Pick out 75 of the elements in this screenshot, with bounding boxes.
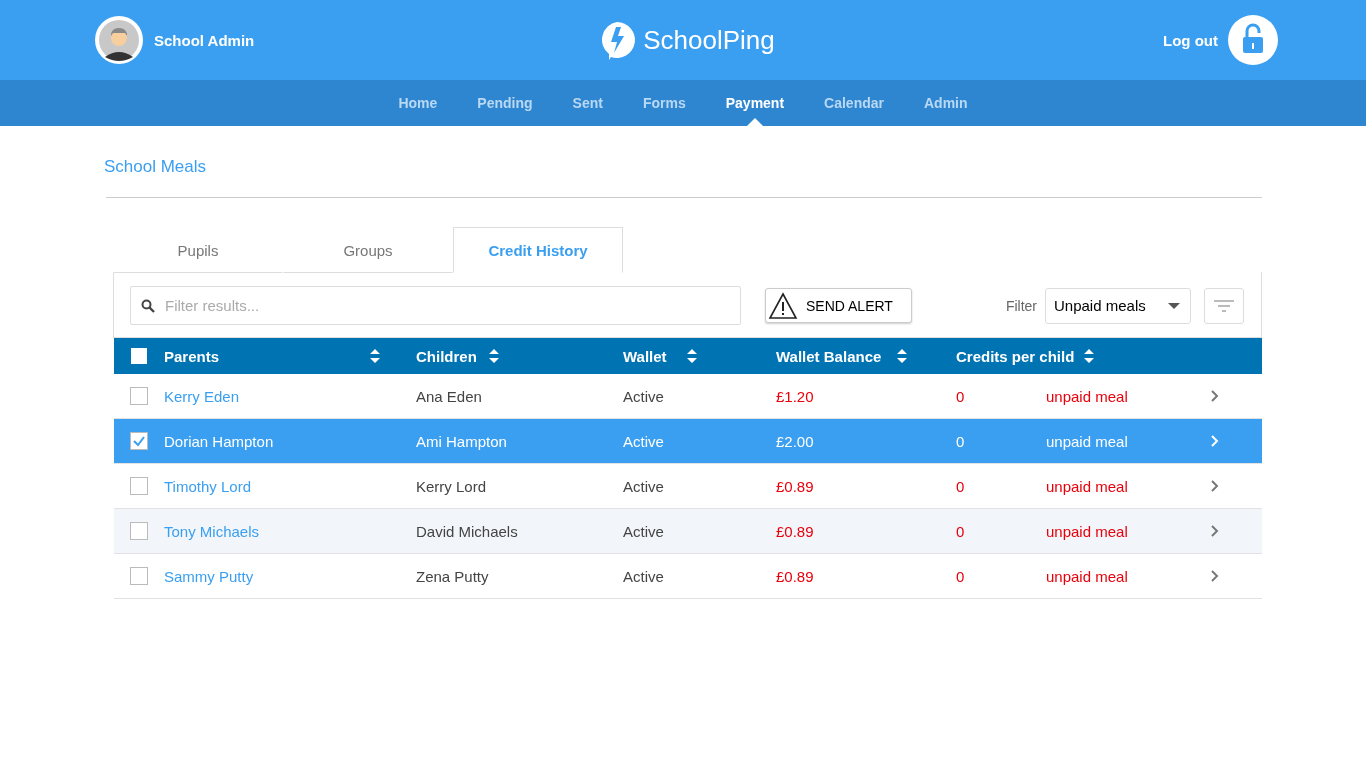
- table-cell-text: 0: [956, 567, 966, 585]
- table-cell-text: Active: [623, 387, 665, 405]
- row-checkbox[interactable]: [130, 477, 148, 495]
- column-header[interactable]: Parents: [164, 347, 220, 365]
- sort-icon[interactable]: [897, 349, 908, 363]
- table-cell-text: £1.20: [776, 387, 815, 405]
- parent-link[interactable]: Tony Michaels: [164, 522, 260, 540]
- nav-item[interactable]: Sent: [552, 80, 623, 126]
- table-cell-text: unpaid meal: [1046, 522, 1129, 540]
- table-cell-text: Active: [623, 477, 665, 495]
- filter-icon: [1214, 299, 1234, 312]
- table-cell-text: 0: [956, 522, 966, 540]
- row-checkbox[interactable]: [130, 387, 148, 405]
- table-cell-text: £0.89: [776, 477, 815, 495]
- filter-label: Filter: [1005, 297, 1037, 314]
- logo-text: SchoolPing: [643, 24, 775, 56]
- caret-icon: [1168, 302, 1180, 309]
- table-row[interactable]: Dorian Hampton Ami Hampton Active £2.00 0 unpaid meal: [114, 419, 1262, 464]
- warning-icon: [768, 291, 798, 320]
- nav-item[interactable]: Calendar: [804, 80, 904, 126]
- filter-dropdown[interactable]: Unpaid meals: [1045, 287, 1191, 324]
- padlock-icon[interactable]: [1228, 15, 1278, 65]
- table-cell-text: unpaid meal: [1046, 477, 1129, 495]
- parent-link[interactable]: Sammy Putty: [164, 567, 254, 585]
- table-cell-text: 0: [956, 477, 966, 495]
- table-cell-text: Kerry Lord: [416, 477, 488, 495]
- table-cell-text: Ana Eden: [416, 387, 483, 405]
- sort-icon[interactable]: [370, 349, 380, 363]
- table-cell-text: Active: [623, 522, 665, 540]
- search-field[interactable]: Filter results...: [130, 286, 741, 325]
- parent-link[interactable]: Dorian Hampton: [164, 432, 274, 450]
- parent-link[interactable]: Kerry Eden: [164, 387, 240, 405]
- table-cell-text: 0: [956, 387, 966, 405]
- column-header[interactable]: Children: [416, 347, 477, 365]
- table-cell-text: unpaid meal: [1046, 567, 1129, 585]
- nav-item[interactable]: Pending: [457, 80, 553, 126]
- table-row[interactable]: Tony Michaels David Michaels Active £0.89 0 unpaid meal: [114, 509, 1262, 554]
- nav-item[interactable]: Payment: [705, 80, 805, 126]
- table-cell-text: Zena Putty: [416, 567, 490, 585]
- table-cell-text: unpaid meal: [1046, 387, 1129, 405]
- sort-icon[interactable]: [488, 349, 499, 363]
- chevron-icon[interactable]: [1211, 570, 1219, 582]
- chevron-icon[interactable]: [1211, 525, 1219, 537]
- nav-item[interactable]: Admin: [904, 80, 988, 126]
- table-cell-text: £0.89: [776, 567, 815, 585]
- parent-link[interactable]: Timothy Lord: [164, 477, 251, 495]
- send-alert-button[interactable]: SEND ALERT: [765, 288, 912, 323]
- nav-item[interactable]: Forms: [622, 80, 706, 126]
- table-cell-text: £2.00: [776, 432, 815, 450]
- user-name: School Admin: [154, 31, 255, 49]
- page-title: School Meals: [104, 156, 208, 178]
- table-cell-text: Active: [623, 567, 665, 585]
- table-cell-text: Active: [623, 432, 665, 450]
- row-checkbox[interactable]: [130, 567, 148, 585]
- row-checkbox[interactable]: [130, 432, 148, 450]
- chevron-icon[interactable]: [1211, 480, 1219, 492]
- tab[interactable]: Credit History: [453, 227, 623, 273]
- sort-icon[interactable]: [1084, 349, 1095, 363]
- column-header[interactable]: Wallet Balance: [776, 347, 882, 365]
- column-header[interactable]: Wallet: [623, 347, 667, 365]
- avatar-icon: [94, 15, 144, 65]
- logout-link[interactable]: Log out: [1163, 31, 1218, 49]
- table-cell-text: Ami Hampton: [416, 432, 508, 450]
- nav-item[interactable]: Home: [378, 80, 458, 126]
- table-cell-text: David Michaels: [416, 522, 519, 540]
- table-cell-text: unpaid meal: [1046, 432, 1129, 450]
- select-all-checkbox[interactable]: [131, 348, 147, 364]
- table-row[interactable]: Sammy Putty Zena Putty Active £0.89 0 unpaid meal: [114, 554, 1262, 599]
- column-header[interactable]: Credits per child: [956, 347, 1075, 365]
- table-cell-text: £0.89: [776, 522, 815, 540]
- sort-icon[interactable]: [686, 349, 697, 363]
- table-cell-text: 0: [956, 432, 966, 450]
- row-checkbox[interactable]: [130, 522, 148, 540]
- chevron-icon[interactable]: [1211, 390, 1219, 402]
- search-icon: [141, 299, 155, 313]
